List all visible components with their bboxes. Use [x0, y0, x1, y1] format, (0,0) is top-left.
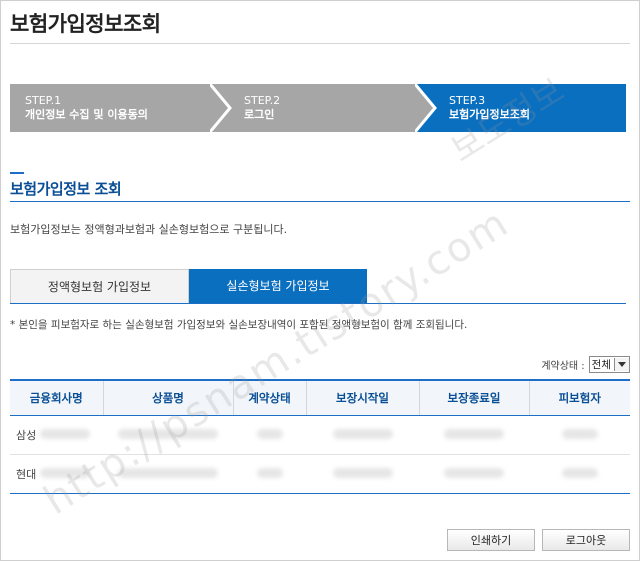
- step-indicator: STEP.1 개인정보 수집 및 이용동의 STEP.2 로그인 STEP.3 …: [10, 84, 626, 132]
- contract-status-select[interactable]: 전체: [588, 355, 630, 373]
- redacted-text: [256, 428, 283, 439]
- table-row[interactable]: 삼성: [10, 415, 630, 455]
- tab-indemnity-insurance[interactable]: 실손형보험 가입정보: [189, 269, 367, 303]
- step-2: STEP.2 로그인: [210, 84, 435, 132]
- redacted-text: [332, 428, 393, 439]
- cell-start-date: [306, 454, 419, 494]
- section-divider: [10, 201, 630, 202]
- redacted-text: [118, 467, 218, 478]
- step-1-number: STEP.1: [25, 94, 62, 107]
- chevron-down-icon[interactable]: [614, 357, 629, 371]
- column-header-product: 상품명: [102, 379, 233, 416]
- section-title-accent: [10, 172, 24, 174]
- redacted-text: [39, 429, 90, 439]
- redacted-text: [256, 467, 283, 478]
- step-2-label: 로그인: [244, 108, 275, 121]
- cell-insured: [529, 415, 630, 455]
- info-note: * 본인을 피보험자로 하는 실손형보험 가입정보와 실손보장내역이 포함된 정…: [10, 319, 468, 331]
- step-2-number: STEP.2: [244, 94, 281, 107]
- cell-product: [103, 415, 233, 455]
- redacted-text: [118, 428, 218, 439]
- cell-company-text: 삼성: [16, 429, 37, 442]
- redacted-text: [561, 428, 598, 439]
- cell-status: [233, 454, 306, 494]
- insurance-type-tabs: 정액형보험 가입정보 실손형보험 가입정보: [10, 269, 626, 304]
- table-row[interactable]: 현대: [10, 454, 630, 494]
- column-header-end-date: 보장종료일: [418, 379, 529, 416]
- page-title: 보험가입정보조회: [10, 12, 161, 36]
- cell-insured: [529, 454, 630, 494]
- section-title: 보험가입정보 조회: [10, 180, 122, 198]
- step-3-label: 보험가입정보조회: [449, 108, 530, 121]
- tab-fixed-amount-insurance[interactable]: 정액형보험 가입정보: [10, 269, 189, 303]
- contract-status-value: 전체: [591, 358, 611, 371]
- cell-company: 삼성: [10, 415, 103, 455]
- cell-end-date: [419, 415, 529, 455]
- cell-start-date: [306, 415, 419, 455]
- column-header-start-date: 보장시작일: [305, 379, 419, 416]
- redacted-text: [444, 428, 504, 439]
- step-3-number: STEP.3: [449, 94, 486, 107]
- logout-button[interactable]: 로그아웃: [542, 529, 630, 551]
- cell-company: 현대: [10, 454, 103, 494]
- title-divider: [10, 43, 630, 44]
- redacted-text: [332, 467, 393, 478]
- cell-end-date: [419, 454, 529, 494]
- cell-status: [233, 415, 306, 455]
- cell-company-text: 현대: [16, 468, 37, 481]
- column-header-insured: 피보험자: [528, 379, 630, 416]
- redacted-text: [561, 467, 598, 478]
- cell-product: [103, 454, 233, 494]
- step-1: STEP.1 개인정보 수집 및 이용동의: [10, 84, 230, 132]
- contract-status-filter: 계약상태 : 전체: [541, 355, 630, 373]
- insurance-table: 금융회사명 상품명 계약상태 보장시작일 보장종료일 피보험자 삼성 현대: [10, 379, 630, 494]
- redacted-text: [444, 467, 504, 478]
- column-header-company: 금융회사명: [10, 379, 103, 416]
- section-description: 보험가입정보는 정액형과보험과 실손형보험으로 구분됩니다.: [10, 223, 288, 236]
- redacted-text: [39, 468, 90, 478]
- table-header-row: 금융회사명 상품명 계약상태 보장시작일 보장종료일 피보험자: [10, 379, 630, 416]
- contract-status-label: 계약상태 :: [541, 360, 585, 372]
- print-button[interactable]: 인쇄하기: [447, 529, 535, 551]
- column-header-contract-status: 계약상태: [232, 379, 306, 416]
- step-1-label: 개인정보 수집 및 이용동의: [25, 108, 148, 121]
- step-3-active: STEP.3 보험가입정보조회: [415, 84, 626, 132]
